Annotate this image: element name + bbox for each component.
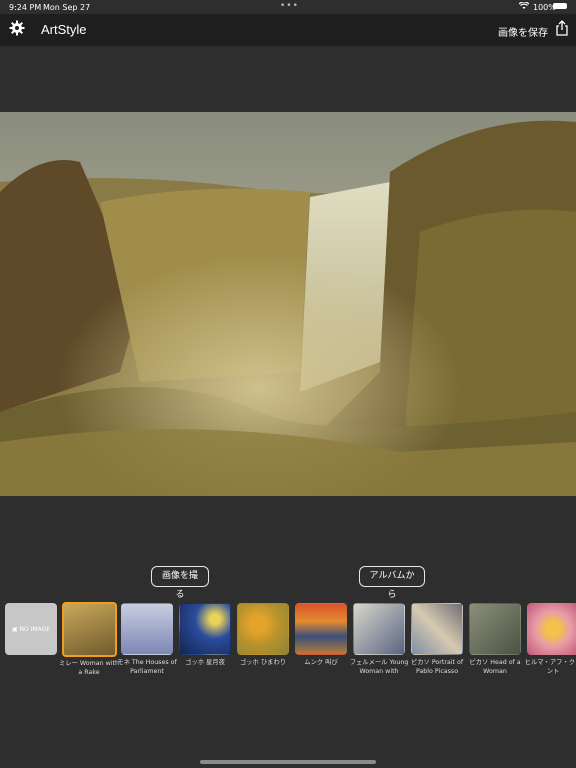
settings-gear-icon[interactable]: [9, 20, 25, 36]
style-label: ムンク 叫び: [304, 659, 338, 666]
style-thumbnail-sunflowers: [237, 603, 289, 655]
home-indicator[interactable]: [200, 760, 376, 764]
style-label: ゴッホ 星月夜: [185, 659, 225, 666]
style-item-monet[interactable]: モネ The Houses of Parliament: [117, 603, 177, 676]
app-title: ArtStyle: [41, 22, 87, 37]
status-date: Mon Sep 27: [43, 3, 91, 12]
style-thumbnail-picasso-portrait: [411, 603, 463, 655]
style-thumbnail-hilma-af-klint: [527, 603, 576, 655]
share-icon[interactable]: [555, 20, 569, 36]
style-label: ピカソ Portrait of Pablo Picasso: [410, 659, 464, 675]
style-carousel[interactable]: ▣ NO IMAGE ミレー Woman with a Rake モネ The …: [0, 602, 576, 683]
style-item-picasso-portrait[interactable]: ピカソ Portrait of Pablo Picasso: [411, 603, 463, 676]
style-item-starry-night[interactable]: ゴッホ 星月夜: [179, 603, 231, 676]
style-label: ゴッホ ひまわり: [239, 659, 287, 666]
from-album-button[interactable]: アルバムから: [359, 566, 425, 600]
style-label: モネ The Houses of Parliament: [117, 659, 177, 675]
style-thumbnail-scream: [295, 603, 347, 655]
style-item-hilma-af-klint[interactable]: ヒルマ・アフ・クリント: [525, 603, 576, 676]
save-image-button[interactable]: 画像を保存: [498, 24, 548, 39]
battery-icon: [553, 3, 567, 9]
style-thumbnail-starry-night: [179, 603, 231, 655]
style-thumbnail-millet: [62, 602, 117, 657]
style-label: フェルメール Young Woman with: [349, 659, 409, 675]
stylized-waterfall-image: [0, 112, 576, 496]
style-label: ミレー Woman with a Rake: [59, 660, 119, 676]
style-item-no-image[interactable]: ▣ NO IMAGE: [5, 603, 57, 655]
nav-bar: ArtStyle 画像を保存: [0, 14, 576, 46]
status-time: 9:24 PM: [9, 3, 42, 12]
style-thumbnail-monet: [121, 603, 173, 655]
style-thumbnail-vermeer: [353, 603, 405, 655]
multitasking-dots-icon[interactable]: •••: [280, 1, 299, 11]
style-label: ピカソ Head of a Woman: [469, 659, 521, 675]
status-bar: 9:24 PM Mon Sep 27 ••• 100%: [0, 0, 576, 14]
image-placeholder-icon: ▣: [11, 625, 18, 633]
style-item-vermeer[interactable]: フェルメール Young Woman with: [350, 603, 408, 676]
style-item-millet[interactable]: ミレー Woman with a Rake: [59, 602, 119, 677]
no-image-placeholder: ▣ NO IMAGE: [5, 603, 57, 655]
wifi-icon: [518, 1, 530, 13]
take-photo-button[interactable]: 画像を撮る: [151, 566, 209, 600]
style-label: ヒルマ・アフ・クリント: [524, 659, 576, 675]
style-item-sunflowers[interactable]: ゴッホ ひまわり: [237, 603, 289, 676]
style-thumbnail-picasso-head: [469, 603, 521, 655]
style-item-scream[interactable]: ムンク 叫び: [295, 603, 347, 676]
style-item-picasso-head[interactable]: ピカソ Head of a Woman: [469, 603, 521, 676]
no-image-label: NO IMAGE: [19, 625, 51, 633]
